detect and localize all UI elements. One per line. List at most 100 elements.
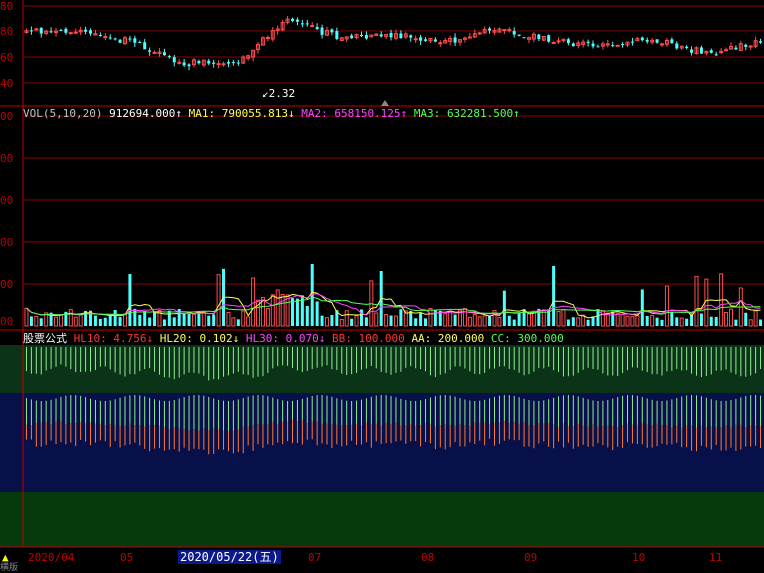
- candle-body: [89, 30, 93, 34]
- aa-value: AA: 200.000: [411, 332, 485, 345]
- candle-body: [68, 32, 73, 35]
- ma3-line: [26, 296, 761, 316]
- volume-bar: [635, 315, 640, 327]
- volume-bar: [330, 314, 334, 326]
- volume-bar: [374, 312, 379, 327]
- candle-body: [113, 38, 117, 40]
- candle-body: [734, 47, 738, 50]
- volume-bar: [122, 313, 127, 327]
- candle-body: [586, 41, 590, 43]
- candle-body: [364, 35, 368, 39]
- candle-body: [759, 41, 763, 43]
- candle-body: [409, 35, 413, 38]
- candle-body: [660, 43, 665, 46]
- volume-bar: [472, 314, 477, 327]
- volume-bar: [650, 314, 655, 327]
- volume-bar: [191, 313, 196, 327]
- candle-body: [128, 38, 132, 40]
- cc-value: CC: 300.000: [490, 332, 564, 345]
- volume-bar: [424, 318, 428, 326]
- volume-bar: [295, 298, 299, 326]
- volume-axis-tick: 00: [0, 236, 14, 249]
- candle-body: [591, 43, 595, 47]
- volume-bar: [118, 317, 122, 326]
- volume-bar: [714, 316, 718, 326]
- candle-body: [265, 37, 270, 40]
- candle-body: [172, 57, 176, 63]
- candle-body: [182, 62, 186, 66]
- volume-bar: [744, 312, 748, 326]
- volume-bar: [670, 311, 674, 326]
- timeline-label: 2020/04: [28, 551, 75, 564]
- volume-bar: [197, 311, 201, 326]
- volume-bar: [645, 315, 649, 326]
- candle-body: [566, 39, 570, 44]
- volume-bar: [113, 309, 117, 326]
- volume-bar: [448, 310, 453, 327]
- stock-chart[interactable]: [0, 0, 764, 571]
- volume-bar: [182, 312, 186, 326]
- volume-axis-tick: 00: [0, 278, 14, 291]
- candle-body: [419, 37, 423, 41]
- volume-bar: [34, 316, 39, 327]
- volume-bar: [98, 318, 102, 326]
- candle-body: [551, 41, 556, 44]
- candle-body: [29, 30, 33, 32]
- candle-body: [724, 49, 729, 52]
- candle-body: [611, 45, 615, 47]
- volume-bar: [620, 313, 625, 327]
- price-axis-tick: 60: [0, 51, 14, 64]
- candle-body: [335, 31, 339, 40]
- volume-bar: [339, 318, 344, 327]
- volume-bar: [399, 309, 403, 326]
- candle-body: [605, 43, 610, 46]
- candle-body: [84, 29, 88, 32]
- candle-body: [571, 43, 575, 47]
- volume-value: 912694.000↑: [109, 107, 182, 120]
- candle-body: [537, 34, 541, 39]
- volume-bar: [640, 289, 644, 326]
- candle-body: [507, 29, 512, 32]
- price-axis-tick: 80: [0, 25, 14, 38]
- volume-bar: [216, 274, 221, 327]
- candle-body: [699, 47, 703, 54]
- volume-bar: [679, 317, 684, 327]
- volume-bar: [586, 319, 590, 326]
- ma2-label: MA2:: [301, 107, 328, 120]
- candle-body: [167, 56, 171, 58]
- selected-date-label[interactable]: 2020/05/22(五): [178, 550, 281, 564]
- volume-bar: [556, 311, 561, 327]
- candle-body: [295, 19, 299, 22]
- volume-bar: [265, 308, 270, 327]
- volume-bar: [270, 294, 275, 327]
- volume-bar: [709, 316, 713, 326]
- ma3-label: MA3:: [413, 107, 441, 120]
- volume-bar: [453, 314, 457, 326]
- volume-bar: [280, 293, 285, 327]
- volume-bar: [488, 315, 492, 326]
- bb-value: BB: 100.000: [331, 332, 405, 345]
- hl30-value: HL30: 0.070↓: [245, 332, 326, 345]
- volume-bar: [167, 310, 171, 326]
- volume-bar: [231, 317, 236, 327]
- candle-body: [438, 42, 443, 45]
- candle-body: [315, 26, 319, 30]
- volume-axis-tick: 00: [0, 194, 14, 207]
- volume-bar: [364, 317, 368, 326]
- candle-body: [187, 64, 191, 67]
- volume-bar: [600, 310, 605, 327]
- candle-body: [49, 31, 53, 33]
- volume-bar: [201, 311, 206, 327]
- candle-body: [630, 41, 634, 43]
- candle-body: [453, 37, 457, 43]
- volume-axis-tick: 00: [0, 315, 14, 328]
- timeline-label: 11: [709, 551, 723, 564]
- volume-bar: [552, 266, 556, 326]
- volume-bar: [502, 290, 506, 326]
- candle-body: [305, 23, 309, 25]
- candle-body: [399, 33, 403, 39]
- volume-bar: [566, 319, 570, 326]
- volume-bar: [148, 317, 152, 326]
- candle-body: [118, 39, 122, 43]
- candle-body: [477, 32, 482, 35]
